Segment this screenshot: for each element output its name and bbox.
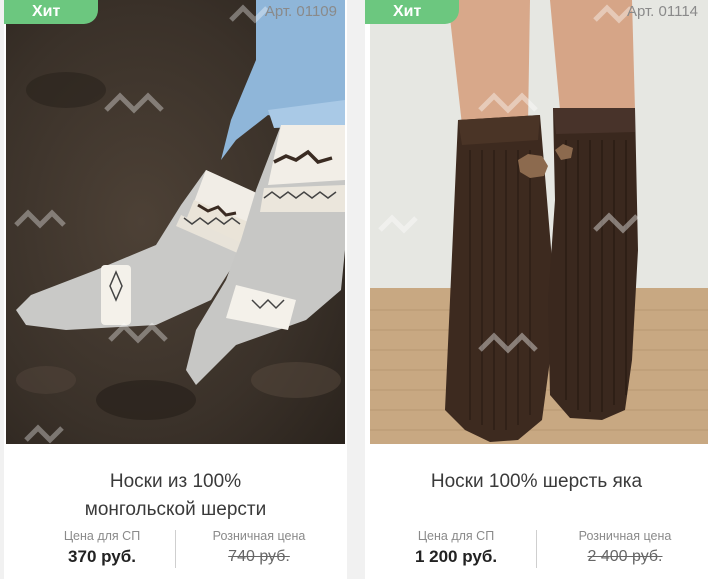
sp-price-label: Цена для СП: [417, 529, 495, 543]
retail-price-block: Розничная цена 740 руб.: [190, 528, 328, 569]
hit-badge: Хит: [365, 0, 459, 24]
product-card[interactable]: Хит Арт. 01109 Носки из 100% монгольской…: [4, 0, 347, 579]
retail-price-value: 2 400 руб.: [587, 548, 663, 565]
article-number: Арт. 01114: [626, 3, 698, 20]
product-card[interactable]: Хит Арт. 01114 Носки 100% шерсть яка Цен…: [365, 0, 708, 579]
sp-price-value: 370 руб.: [68, 547, 136, 566]
product-title-line[interactable]: Носки 100% шерсть яка: [431, 471, 642, 492]
retail-price-label: Розничная цена: [212, 529, 306, 543]
retail-price-label: Розничная цена: [578, 529, 672, 543]
sp-price-block: Цена для СП 370 руб.: [42, 528, 162, 569]
sp-price-value: 1 200 руб.: [414, 547, 498, 566]
price-divider: [536, 530, 537, 568]
sp-price-block: Цена для СП 1 200 руб.: [395, 528, 517, 569]
product-title-line[interactable]: монгольской шерсти: [85, 499, 266, 520]
retail-price-block: Розничная цена 2 400 руб.: [551, 528, 699, 569]
product-title[interactable]: Носки из 100% монгольской шерсти: [4, 468, 347, 524]
price-divider: [175, 530, 176, 568]
retail-price-value: 740 руб.: [228, 548, 290, 565]
price-row: Цена для СП 370 руб. Розничная цена 740 …: [4, 528, 347, 570]
product-photo-image: [370, 0, 708, 444]
product-photo-image: [6, 0, 345, 444]
hit-badge: Хит: [4, 0, 98, 24]
product-title-line[interactable]: Носки из 100%: [110, 471, 241, 492]
product-photo[interactable]: [370, 0, 708, 444]
price-row: Цена для СП 1 200 руб. Розничная цена 2 …: [365, 528, 708, 570]
product-photo[interactable]: [6, 0, 345, 444]
sp-price-label: Цена для СП: [63, 529, 141, 543]
product-title[interactable]: Носки 100% шерсть яка: [365, 468, 708, 496]
article-number: Арт. 01109: [264, 3, 337, 20]
